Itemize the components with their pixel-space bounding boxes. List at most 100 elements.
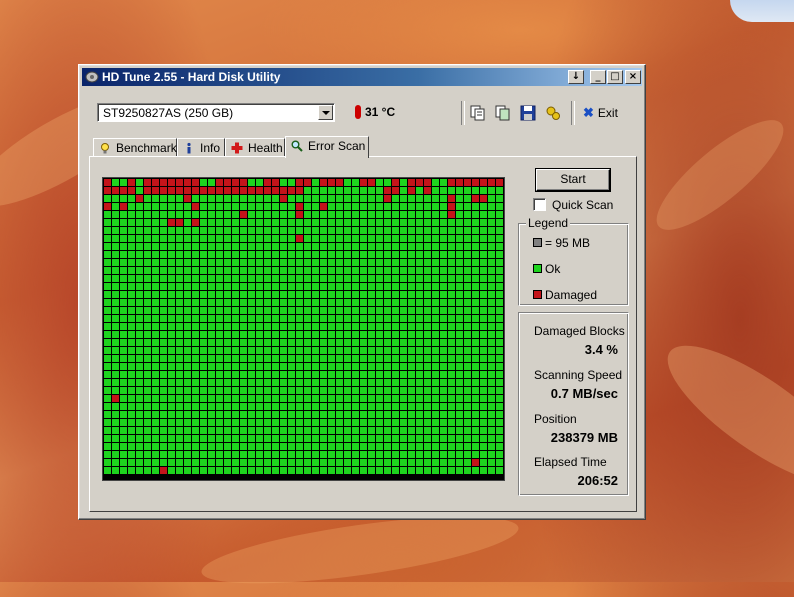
block-cell-ok — [216, 323, 223, 330]
block-cell-ok — [432, 459, 439, 466]
exit-button[interactable]: ✖ Exit — [583, 105, 618, 121]
block-cell-ok — [112, 299, 119, 306]
tab-info[interactable]: Info — [177, 138, 225, 156]
block-cell-ok — [296, 251, 303, 258]
block-cell-ok — [128, 451, 135, 458]
block-cell-ok — [216, 363, 223, 370]
block-cell-ok — [368, 267, 375, 274]
block-cell-ok — [168, 451, 175, 458]
block-cell-ok — [208, 371, 215, 378]
block-cell-ok — [184, 379, 191, 386]
block-cell-ok — [312, 363, 319, 370]
block-cell-ok — [464, 235, 471, 242]
block-cell-ok — [448, 299, 455, 306]
block-cell-ok — [464, 227, 471, 234]
block-cell-ok — [176, 299, 183, 306]
block-cell-ok — [136, 251, 143, 258]
chevron-down-icon[interactable] — [318, 105, 333, 120]
block-cell-ok — [360, 299, 367, 306]
block-cell-ok — [368, 235, 375, 242]
block-cell-ok — [440, 187, 447, 194]
block-cell-ok — [136, 379, 143, 386]
block-cell-ok — [184, 371, 191, 378]
copy-info-icon[interactable] — [469, 104, 487, 122]
block-cell-damaged — [128, 187, 135, 194]
block-cell-ok — [112, 275, 119, 282]
block-cell-ok — [336, 219, 343, 226]
block-cell-ok — [160, 251, 167, 258]
block-cell-ok — [472, 323, 479, 330]
block-cell-ok — [120, 443, 127, 450]
health-cross-icon — [231, 142, 243, 154]
block-cell-ok — [480, 395, 487, 402]
block-cell-ok — [424, 251, 431, 258]
block-cell-ok — [224, 275, 231, 282]
maximize-button[interactable]: □ — [607, 70, 623, 84]
block-cell-ok — [336, 427, 343, 434]
block-cell-ok — [248, 243, 255, 250]
copy-screenshot-icon[interactable] — [494, 104, 512, 122]
block-cell-ok — [440, 467, 447, 474]
block-cell-ok — [328, 443, 335, 450]
block-cell-ok — [472, 435, 479, 442]
block-cell-ok — [216, 211, 223, 218]
block-cell-ok — [200, 403, 207, 410]
elapsed-time-value: 206:52 — [577, 473, 618, 488]
drive-select[interactable]: ST9250827AS (250 GB) — [97, 103, 335, 122]
block-cell-ok — [352, 411, 359, 418]
block-cell-ok — [400, 387, 407, 394]
block-cell-ok — [480, 259, 487, 266]
block-cell-ok — [360, 195, 367, 202]
block-cell-ok — [184, 315, 191, 322]
block-cell-ok — [272, 451, 279, 458]
block-cell-ok — [496, 411, 503, 418]
block-cell-ok — [312, 403, 319, 410]
block-cell-ok — [392, 275, 399, 282]
save-icon[interactable] — [519, 104, 537, 122]
block-cell-ok — [152, 403, 159, 410]
block-cell-ok — [160, 403, 167, 410]
block-cell-ok — [120, 419, 127, 426]
block-cell-damaged — [496, 179, 503, 186]
block-cell-ok — [320, 371, 327, 378]
block-cell-ok — [472, 211, 479, 218]
block-cell-ok — [184, 419, 191, 426]
tab-error-scan[interactable]: Error Scan — [285, 136, 369, 158]
block-cell-ok — [320, 323, 327, 330]
block-cell-ok — [488, 219, 495, 226]
quick-scan-checkbox[interactable] — [533, 198, 546, 211]
options-icon[interactable] — [544, 104, 562, 122]
block-cell-ok — [448, 259, 455, 266]
block-cell-ok — [400, 419, 407, 426]
block-cell-ok — [400, 219, 407, 226]
block-cell-ok — [256, 459, 263, 466]
block-cell-ok — [128, 235, 135, 242]
block-cell-ok — [488, 411, 495, 418]
close-button[interactable]: × — [625, 70, 641, 84]
block-cell-ok — [344, 371, 351, 378]
block-cell-ok — [400, 179, 407, 186]
block-cell-ok — [408, 411, 415, 418]
block-cell-ok — [440, 395, 447, 402]
block-cell-ok — [368, 371, 375, 378]
title-bar[interactable]: HD Tune 2.55 - Hard Disk Utility ↓ _ □ × — [82, 68, 642, 86]
block-cell-ok — [416, 259, 423, 266]
minimize-button[interactable]: _ — [590, 70, 606, 84]
block-cell-ok — [112, 315, 119, 322]
block-cell-ok — [232, 291, 239, 298]
block-cell-damaged — [176, 219, 183, 226]
block-cell-ok — [176, 307, 183, 314]
block-cell-ok — [200, 323, 207, 330]
quick-scan-option[interactable]: Quick Scan — [533, 198, 613, 212]
tab-benchmark[interactable]: Benchmark — [93, 138, 177, 156]
block-cell-ok — [312, 467, 319, 474]
block-cell-ok — [472, 467, 479, 474]
block-cell-ok — [376, 187, 383, 194]
start-button[interactable]: Start — [535, 168, 611, 192]
minimize-to-tray-button[interactable]: ↓ — [568, 70, 584, 84]
block-cell-ok — [464, 211, 471, 218]
tab-health[interactable]: Health — [225, 138, 285, 156]
block-cell-ok — [144, 387, 151, 394]
toolbar-divider — [461, 101, 465, 125]
block-cell-ok — [288, 315, 295, 322]
